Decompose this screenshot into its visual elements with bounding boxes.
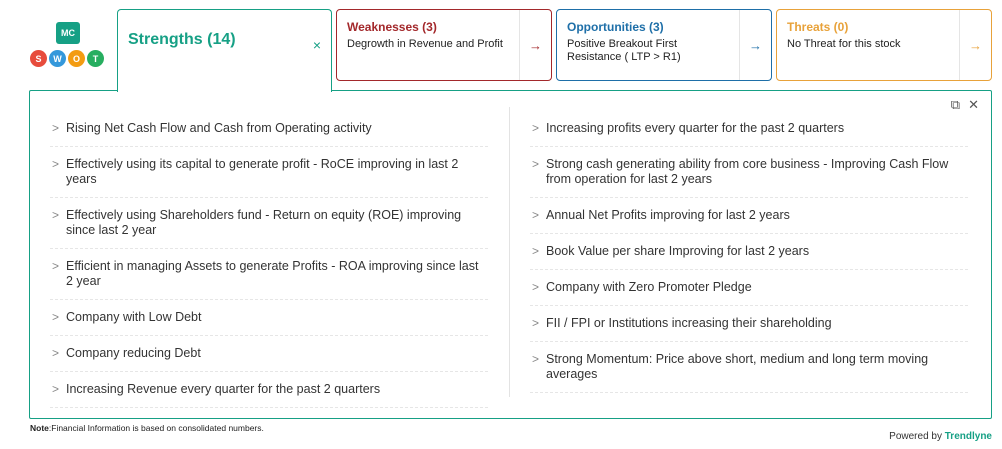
chevron-right-icon: >: [532, 352, 540, 366]
tab-threats-label: Threats (0): [787, 20, 849, 34]
logo-mc-badge: MC: [56, 22, 80, 44]
list-item-text: Annual Net Profits improving for last 2 …: [546, 208, 790, 222]
chevron-right-icon: >: [532, 244, 540, 258]
footnote-text: :Financial Information is based on conso…: [48, 423, 264, 433]
tab-opportunities[interactable]: Opportunities (3) Positive Breakout Firs…: [556, 9, 772, 81]
list-item-text: Increasing Revenue every quarter for the…: [66, 382, 381, 396]
strengths-list-right: > Increasing profits every quarter for th…: [530, 111, 968, 393]
list-item[interactable]: > Effectively using Shareholders fund - R…: [50, 198, 488, 249]
tab-opportunities-label: Opportunities (3): [567, 20, 664, 34]
list-item[interactable]: > Company with Zero Promoter Pledge: [530, 270, 968, 306]
powered-by[interactable]: Powered by Trendlyne: [889, 431, 992, 442]
brand-logo: Trendlyne: [944, 431, 992, 442]
chevron-right-icon: >: [52, 208, 60, 222]
chevron-right-icon: >: [532, 121, 540, 135]
close-icon[interactable]: ×: [313, 37, 321, 53]
tab-weaknesses-label: Weaknesses (3): [347, 20, 437, 34]
chevron-right-icon: >: [52, 310, 60, 324]
list-item[interactable]: > Effectively using its capital to genera…: [50, 147, 488, 198]
logo-swot-letters: S W O T: [30, 50, 104, 67]
arrow-right-icon[interactable]: →: [739, 10, 771, 80]
list-item-text: Book Value per share Improving for last …: [546, 244, 810, 258]
tab-opportunities-desc: Positive Breakout First Resistance ( LTP…: [567, 38, 681, 63]
arrow-right-icon[interactable]: →: [959, 10, 991, 80]
chevron-right-icon: >: [52, 382, 60, 396]
tab-strengths[interactable]: Strengths (14) ×: [117, 9, 332, 92]
arrow-right-icon[interactable]: →: [519, 10, 551, 80]
list-item-text: FII / FPI or Institutions increasing the…: [546, 316, 832, 330]
chevron-right-icon: >: [532, 316, 540, 330]
list-item-text: Effectively using its capital to generat…: [66, 157, 459, 186]
logo-letter-o: O: [68, 50, 85, 67]
list-item[interactable]: > Efficient in managing Assets to generat…: [50, 249, 488, 300]
chevron-right-icon: >: [52, 346, 60, 360]
column-divider: [509, 107, 510, 397]
list-item-text: Efficient in managing Assets to generate…: [66, 259, 479, 288]
list-item-text: Company with Low Debt: [66, 310, 202, 324]
list-item-text: Increasing profits every quarter for the…: [546, 121, 845, 135]
strengths-list-left: > Rising Net Cash Flow and Cash from Oper…: [50, 111, 488, 408]
tab-weaknesses[interactable]: Weaknesses (3) Degrowth in Revenue and P…: [336, 9, 552, 81]
list-item[interactable]: > Strong Momentum: Price above short, med…: [530, 342, 968, 393]
list-item[interactable]: > Increasing profits every quarter for th…: [530, 111, 968, 147]
footnote: Note:Financial Information is based on c…: [30, 423, 264, 433]
list-item-text: Effectively using Shareholders fund - Re…: [66, 208, 462, 237]
list-item[interactable]: > Company with Low Debt: [50, 300, 488, 336]
list-item[interactable]: > FII / FPI or Institutions increasing th…: [530, 306, 968, 342]
chevron-right-icon: >: [532, 208, 540, 222]
list-item-text: Rising Net Cash Flow and Cash from Opera…: [66, 121, 372, 135]
strengths-panel: ⧉ ✕ > Rising Net Cash Flow and Cash from …: [29, 90, 992, 419]
close-icon[interactable]: ✕: [968, 97, 979, 113]
list-item[interactable]: > Strong cash generating ability from cor…: [530, 147, 968, 198]
logo-letter-w: W: [49, 50, 66, 67]
list-item[interactable]: > Company reducing Debt: [50, 336, 488, 372]
chevron-right-icon: >: [532, 157, 540, 171]
logo-letter-t: T: [87, 50, 104, 67]
tab-strengths-label: Strengths (14): [128, 31, 236, 48]
tab-threats-desc: No Threat for this stock: [787, 38, 901, 50]
chevron-right-icon: >: [52, 157, 60, 171]
chevron-right-icon: >: [52, 259, 60, 273]
list-item[interactable]: > Book Value per share Improving for last…: [530, 234, 968, 270]
tab-threats[interactable]: Threats (0) No Threat for this stock →: [776, 9, 992, 81]
footnote-label: Note: [30, 423, 49, 433]
list-item[interactable]: > Annual Net Profits improving for last 2…: [530, 198, 968, 234]
swot-logo: MC S W O T: [30, 20, 106, 72]
list-item[interactable]: > Increasing Revenue every quarter for th…: [50, 372, 488, 408]
powered-by-label: Powered by: [889, 431, 942, 442]
chevron-right-icon: >: [532, 280, 540, 294]
list-item-text: Strong Momentum: Price above short, medi…: [546, 352, 929, 381]
tab-weaknesses-desc: Degrowth in Revenue and Profit: [347, 38, 503, 50]
list-item-text: Strong cash generating ability from core…: [546, 157, 949, 186]
logo-letter-s: S: [30, 50, 47, 67]
list-item-text: Company with Zero Promoter Pledge: [546, 280, 752, 294]
chevron-right-icon: >: [52, 121, 60, 135]
list-item[interactable]: > Rising Net Cash Flow and Cash from Oper…: [50, 111, 488, 147]
list-item-text: Company reducing Debt: [66, 346, 201, 360]
